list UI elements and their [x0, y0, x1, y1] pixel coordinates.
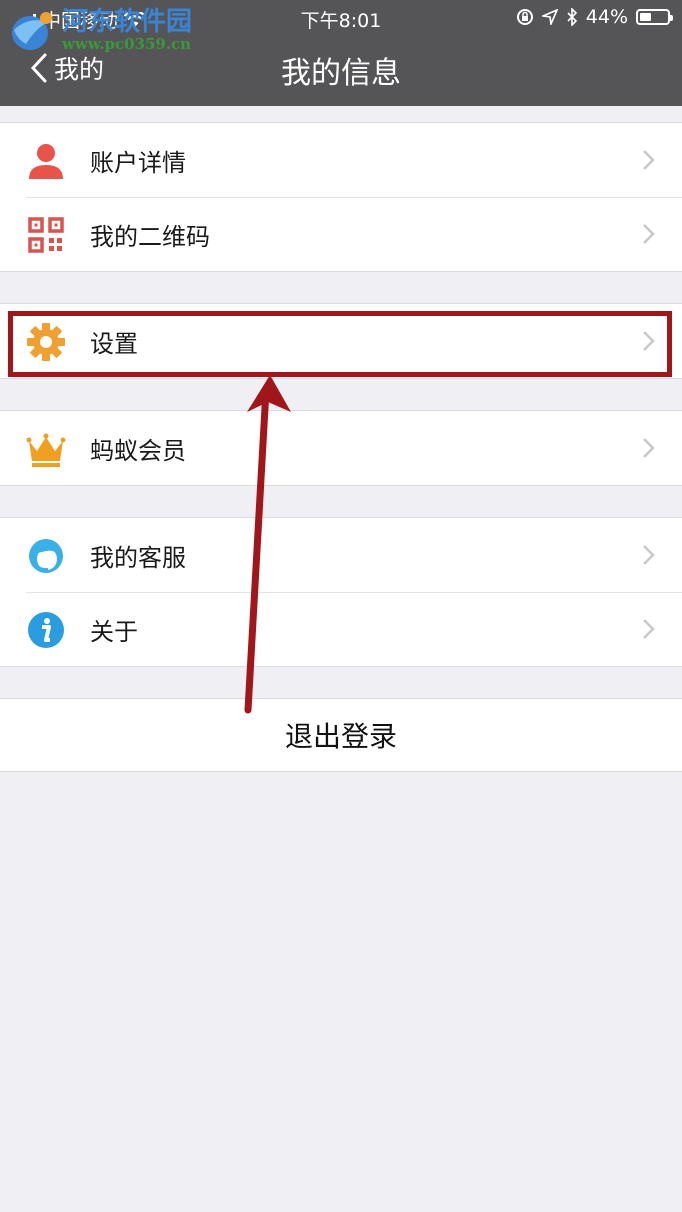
- row-label: 我的二维码: [90, 222, 210, 251]
- logout-button[interactable]: 退出登录: [0, 698, 682, 772]
- location-icon: [541, 9, 558, 25]
- battery-percent: 44%: [585, 6, 628, 28]
- chevron-right-icon: [643, 224, 655, 244]
- row-label: 我的客服: [90, 543, 186, 572]
- row-label: 关于: [90, 617, 138, 646]
- chevron-right-icon: [643, 545, 655, 565]
- group-account: 账户详情 我的二维码: [0, 122, 682, 272]
- row-label: 蚂蚁会员: [90, 436, 186, 465]
- row-my-qr-code[interactable]: 我的二维码: [0, 197, 682, 271]
- row-account-details[interactable]: 账户详情: [0, 123, 682, 197]
- person-icon: [29, 144, 63, 179]
- customer-service-icon: [29, 539, 63, 573]
- rotation-lock-icon: [516, 9, 533, 25]
- chevron-right-icon: [643, 619, 655, 639]
- chevron-right-icon: [643, 438, 655, 458]
- qr-code-icon: [28, 217, 64, 253]
- watermark-name: 河东软件园: [62, 7, 193, 38]
- row-ant-membership[interactable]: 蚂蚁会员: [0, 411, 682, 485]
- row-customer-service[interactable]: 我的客服: [0, 518, 682, 592]
- group-support: 我的客服 关于: [0, 517, 682, 667]
- row-label: 账户详情: [90, 148, 186, 177]
- crown-icon: [26, 433, 66, 467]
- group-membership: 蚂蚁会员: [0, 410, 682, 486]
- battery-icon: [636, 9, 673, 25]
- info-icon: [28, 612, 64, 648]
- app-header: 中国移动 下午8:01 44% 河东软件园 www.pc0359.cn 我的 我…: [0, 0, 682, 106]
- bluetooth-icon: [567, 8, 577, 26]
- annotation-highlight-box: [8, 311, 672, 377]
- page-title: 我的信息: [281, 56, 401, 91]
- row-about[interactable]: 关于: [0, 592, 682, 666]
- chevron-right-icon: [643, 150, 655, 170]
